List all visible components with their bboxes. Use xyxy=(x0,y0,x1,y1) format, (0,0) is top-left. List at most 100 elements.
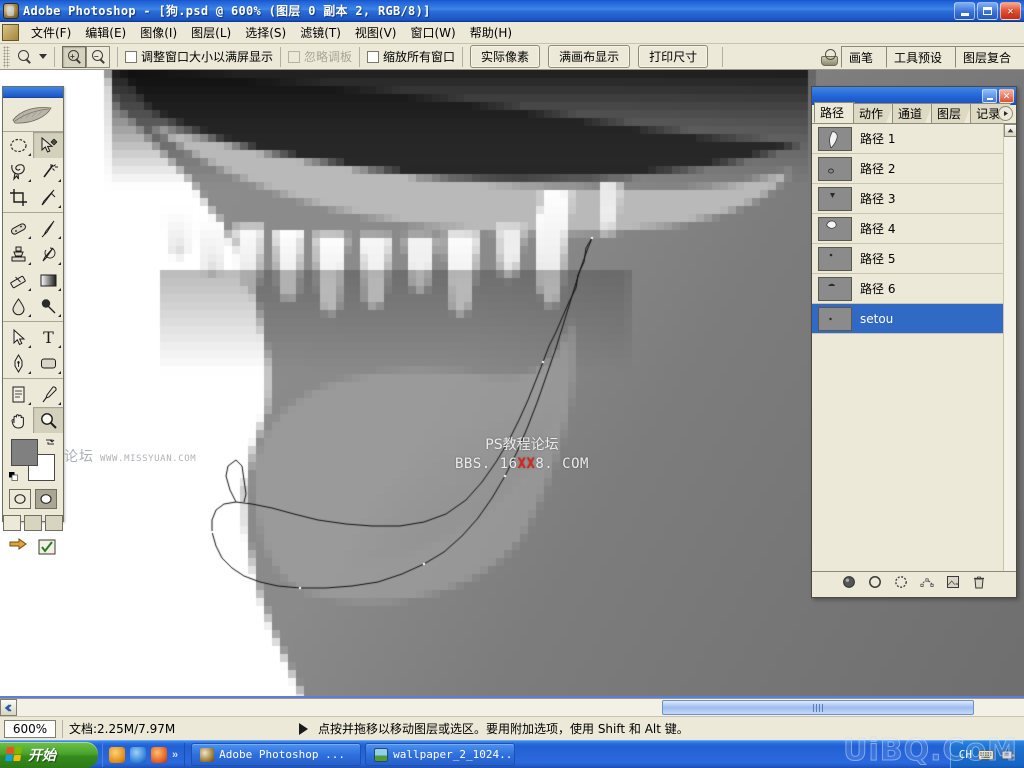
tool-preset-chevron-down-icon[interactable] xyxy=(39,54,47,59)
fill-path-icon[interactable] xyxy=(842,575,856,589)
checkbox-box[interactable] xyxy=(125,50,137,63)
foreground-color-swatch[interactable] xyxy=(11,439,38,466)
shape-tool[interactable] xyxy=(33,350,63,376)
checkbox-box[interactable] xyxy=(367,50,380,63)
slice-tool[interactable] xyxy=(33,184,63,210)
delete-path-icon[interactable] xyxy=(972,575,986,589)
paths-palette-resize-grip[interactable] xyxy=(812,591,1016,597)
menu-view[interactable]: 视图(V) xyxy=(348,22,404,43)
full-screen-with-menubar-button[interactable] xyxy=(24,515,42,531)
menu-help[interactable]: 帮助(H) xyxy=(463,22,519,43)
create-new-path-icon[interactable] xyxy=(946,575,960,589)
eyedropper-tool[interactable] xyxy=(33,381,63,407)
language-indicator[interactable]: CH xyxy=(959,748,972,761)
palette-tab-layer-comps[interactable]: 图层复合 xyxy=(955,46,1024,68)
path-row-5[interactable]: 路径 5 xyxy=(812,244,1016,274)
full-screen-mode-button[interactable] xyxy=(45,515,63,531)
zoom-level-input[interactable]: 600% xyxy=(4,719,56,738)
menu-image[interactable]: 图像(I) xyxy=(133,22,184,43)
tab-channels[interactable]: 通道 xyxy=(892,103,933,123)
zoom-in-button[interactable]: + xyxy=(62,45,86,68)
document-horizontal-scrollbar[interactable] xyxy=(0,698,1024,716)
imageready-check-icon[interactable] xyxy=(36,538,58,556)
actual-pixels-button[interactable]: 实际像素 xyxy=(470,45,541,68)
toolbox-title-bar[interactable] xyxy=(3,87,63,98)
menu-window[interactable]: 窗口(W) xyxy=(403,22,462,43)
move-tool[interactable] xyxy=(33,132,63,158)
path-selection-tool[interactable] xyxy=(3,324,33,350)
paths-list[interactable]: 路径 1 路径 2 路径 3 路径 4 路径 5 路径 6 setou xyxy=(812,124,1016,571)
healing-brush-tool[interactable] xyxy=(3,215,33,241)
scrollbar-track[interactable] xyxy=(17,699,1024,716)
jump-to-imageready-icon[interactable] xyxy=(8,538,30,556)
zoom-tool[interactable] xyxy=(33,407,63,433)
dodge-tool[interactable] xyxy=(33,293,63,319)
stroke-path-icon[interactable] xyxy=(868,575,882,589)
tab-layers[interactable]: 图层 xyxy=(931,103,972,123)
palette-tab-brushes[interactable]: 画笔 xyxy=(841,46,887,68)
file-browser-icon[interactable] xyxy=(817,46,841,68)
zoom-out-button[interactable]: – xyxy=(86,45,110,68)
menu-edit[interactable]: 编辑(E) xyxy=(78,22,133,43)
crop-tool[interactable] xyxy=(3,184,33,210)
minimize-button[interactable] xyxy=(954,2,975,20)
path-row-3[interactable]: 路径 3 xyxy=(812,184,1016,214)
path-row-1[interactable]: 路径 1 xyxy=(812,124,1016,154)
fit-on-screen-button[interactable]: 满画布显示 xyxy=(548,45,631,68)
quick-mask-mode-button[interactable] xyxy=(35,489,57,509)
path-row-setou[interactable]: setou xyxy=(812,304,1016,334)
keyboard-icon[interactable] xyxy=(978,748,994,762)
history-brush-tool[interactable] xyxy=(33,241,63,267)
document-icon[interactable] xyxy=(2,24,19,41)
palette-tab-tool-presets[interactable]: 工具预设 xyxy=(886,46,956,68)
brush-tool[interactable] xyxy=(33,215,63,241)
quick-launch-more-icon[interactable]: » xyxy=(172,749,178,761)
document-size-info[interactable]: 文档:2.25M/7.97M xyxy=(69,720,299,737)
tab-actions[interactable]: 动作 xyxy=(853,103,894,123)
marquee-tool[interactable] xyxy=(3,132,33,158)
hand-tool[interactable] xyxy=(3,407,33,433)
make-work-path-icon[interactable] xyxy=(920,575,934,589)
tab-paths[interactable]: 路径 xyxy=(814,102,855,123)
scrollbar-thumb[interactable] xyxy=(662,700,974,715)
restore-button[interactable] xyxy=(977,2,998,20)
zoom-all-windows-checkbox[interactable]: 缩放所有窗口 xyxy=(367,48,455,65)
path-row-2[interactable]: 路径 2 xyxy=(812,154,1016,184)
start-button[interactable]: 开始 xyxy=(0,742,98,768)
menu-filter[interactable]: 滤镜(T) xyxy=(293,22,348,43)
gradient-tool[interactable] xyxy=(33,267,63,293)
type-tool[interactable]: T xyxy=(33,324,63,350)
menu-select[interactable]: 选择(S) xyxy=(238,22,293,43)
swap-colors-icon[interactable] xyxy=(45,437,55,447)
notes-tool[interactable] xyxy=(3,381,33,407)
load-path-as-selection-icon[interactable] xyxy=(894,575,908,589)
paths-palette-close-button[interactable]: ✕ xyxy=(999,89,1014,103)
taskbar-button-photoshop[interactable]: Adobe Photoshop ... xyxy=(191,743,362,766)
firefox-icon[interactable] xyxy=(151,746,167,763)
palette-menu-button[interactable] xyxy=(998,106,1013,121)
eraser-tool[interactable] xyxy=(3,267,33,293)
taskbar-button-wallpaper[interactable]: wallpaper_2_1024... xyxy=(365,743,516,766)
print-size-button[interactable]: 打印尺寸 xyxy=(638,45,709,68)
paths-palette-minimize-button[interactable] xyxy=(982,89,997,103)
standard-screen-mode-button[interactable] xyxy=(3,515,21,531)
magic-wand-tool[interactable] xyxy=(33,158,63,184)
menu-layer[interactable]: 图层(L) xyxy=(184,22,238,43)
options-bar-grip[interactable] xyxy=(3,45,10,68)
resize-windows-to-fit-checkbox[interactable]: 调整窗口大小以满屏显示 xyxy=(125,48,273,65)
menu-file[interactable]: 文件(F) xyxy=(24,22,78,43)
usb-device-icon[interactable] xyxy=(1000,748,1016,762)
scroll-left-button[interactable] xyxy=(0,699,17,716)
clone-stamp-tool[interactable] xyxy=(3,241,33,267)
close-button[interactable]: ✕ xyxy=(1000,2,1021,20)
pen-tool[interactable] xyxy=(3,350,33,376)
lasso-tool[interactable] xyxy=(3,158,33,184)
path-row-4[interactable]: 路径 4 xyxy=(812,214,1016,244)
standard-mode-button[interactable] xyxy=(9,489,31,509)
internet-explorer-icon[interactable] xyxy=(130,746,146,763)
default-colors-icon[interactable] xyxy=(9,472,18,481)
paths-list-scrollbar[interactable] xyxy=(1003,124,1016,571)
scroll-up-button[interactable] xyxy=(1004,124,1016,137)
media-player-icon[interactable] xyxy=(109,746,125,763)
blur-tool[interactable] xyxy=(3,293,33,319)
